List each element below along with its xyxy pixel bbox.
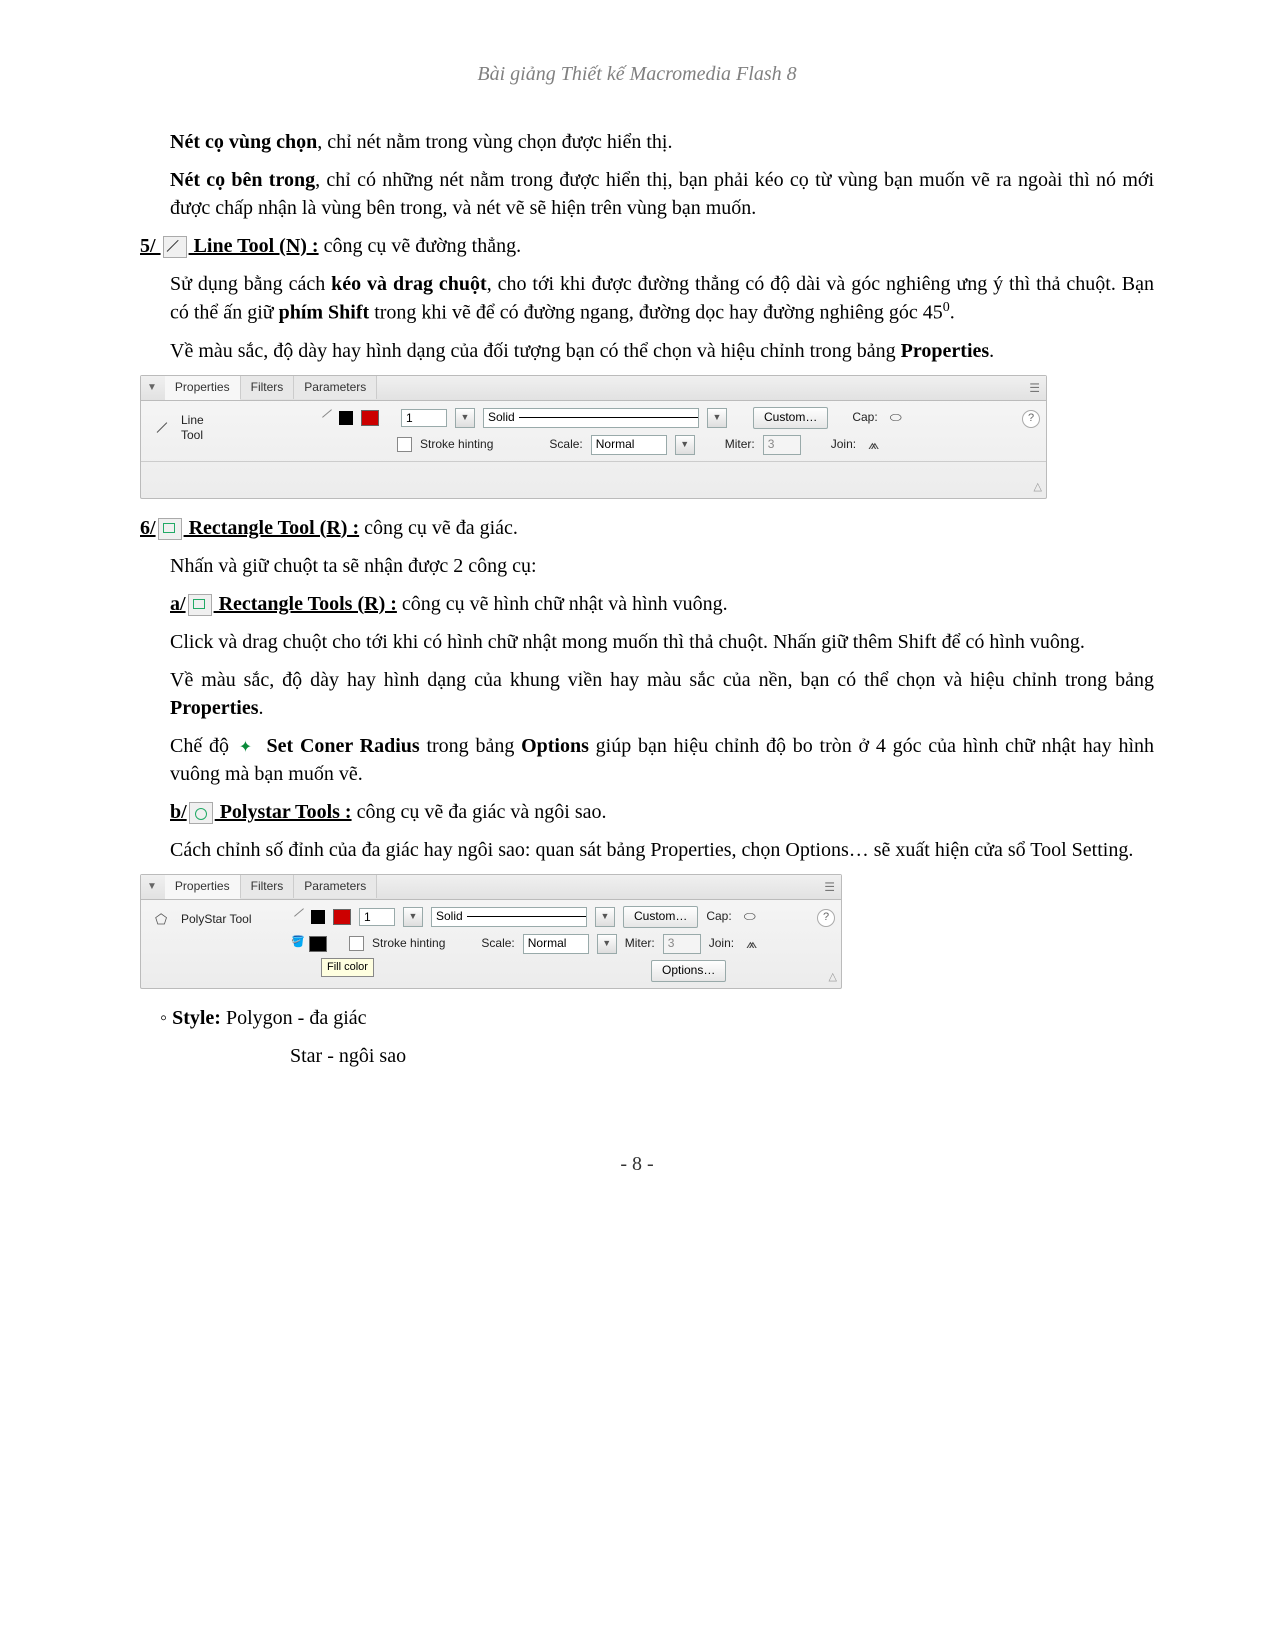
subsection-a-heading: a/ Rectangle Tools (R) : công cụ vẽ hình… [170,590,1154,618]
para-rect-intro: Nhấn và giữ chuột ta sẽ nhận được 2 công… [170,552,1154,580]
tab-parameters[interactable]: Parameters [294,376,377,399]
miter-input[interactable]: 3 [763,435,801,455]
subsection-b-heading: b/ Polystar Tools : công cụ vẽ đa giác v… [170,798,1154,826]
para-rect-props: Về màu sắc, độ dày hay hình dạng của khu… [170,666,1154,722]
tool-name-label: PolyStar Tool [181,912,251,928]
fill-color-tooltip: Fill color [321,958,374,977]
join-label: Join: [831,436,856,453]
panel-menu-icon[interactable]: ☰ [1029,380,1040,397]
fill-color-group[interactable] [293,936,327,952]
para-polystar-usage: Cách chỉnh số đỉnh của đa giác hay ngôi … [170,836,1154,864]
panel-collapse-icon[interactable]: ▼ [147,381,157,395]
stroke-hinting-label: Stroke hinting [420,436,493,453]
scale-select[interactable]: Normal [523,934,589,954]
section-6-heading: 6/ Rectangle Tool (R) : công cụ vẽ đa gi… [170,514,1154,542]
tab-properties[interactable]: Properties [165,376,241,400]
stroke-hinting-checkbox[interactable] [397,437,412,452]
rectangle-tool-icon [158,518,182,540]
miter-label: Miter: [725,436,755,453]
corner-radius-icon [239,739,257,755]
help-icon[interactable]: ? [1022,410,1040,428]
para-line-props: Về màu sắc, độ dày hay hình dạng của đối… [170,337,1154,365]
polystar-tool-icon [155,912,171,928]
fill-color-picker[interactable] [309,936,327,952]
stroke-color-swatch[interactable] [311,910,325,924]
panel-resize-icon[interactable]: △ [1034,480,1042,495]
stroke-width-input[interactable] [401,409,447,427]
page-header: Bài giảng Thiết kế Macromedia Flash 8 [120,60,1154,88]
scale-select[interactable]: Normal [591,435,667,455]
para-corner-radius: Chế độ Set Coner Radius trong bảng Optio… [170,732,1154,788]
scale-label: Scale: [549,436,582,453]
join-label: Join: [709,935,734,952]
options-button[interactable]: Options… [651,960,726,982]
line-tool-icon [163,236,187,258]
para-brush-selection: Nét cọ vùng chọn, chỉ nét nằm trong vùng… [170,128,1154,156]
polystar-tool-icon [189,802,213,824]
para-line-usage: Sử dụng bằng cách kéo và drag chuột, cho… [170,270,1154,327]
miter-input[interactable]: 3 [663,934,701,954]
stroke-style-dropdown[interactable]: ▼ [595,907,615,927]
stroke-width-dropdown[interactable]: ▼ [403,907,423,927]
stroke-style-select[interactable]: Solid [431,907,587,927]
tab-filters[interactable]: Filters [241,875,295,898]
stroke-style-dropdown[interactable]: ▼ [707,408,727,428]
section-5-heading: 5/ Line Tool (N) : công cụ vẽ đường thẳn… [170,232,1154,260]
stroke-width-input[interactable] [359,908,395,926]
cap-label: Cap: [852,409,877,426]
rectangle-tool-icon [188,594,212,616]
panel-tabs: ▼ Properties Filters Parameters [141,875,841,900]
stroke-hinting-label: Stroke hinting [372,935,445,952]
cap-icon[interactable]: ⬭ [744,907,756,927]
custom-button[interactable]: Custom… [753,407,828,429]
cap-label: Cap: [706,908,731,925]
properties-panel-polystar: ▼ Properties Filters Parameters ☰ ? Poly… [140,874,842,989]
tab-filters[interactable]: Filters [241,376,295,399]
join-icon[interactable]: ⩕ [868,435,879,455]
scale-dropdown[interactable]: ▼ [675,435,695,455]
properties-panel-line: ▼ Properties Filters Parameters ☰ ? Line… [140,375,1047,499]
panel-resize-icon[interactable]: △ [829,970,837,985]
stroke-color-swatch[interactable] [339,411,353,425]
para-style-polygon: ◦ Style: Polygon - đa giác [160,1004,1154,1032]
stroke-color-picker[interactable] [361,410,379,426]
line-tool-icon [155,420,171,436]
custom-button[interactable]: Custom… [623,906,698,928]
panel-menu-icon[interactable]: ☰ [824,879,835,896]
tab-parameters[interactable]: Parameters [294,875,377,898]
cap-icon[interactable]: ⬭ [890,408,902,428]
para-style-star: Star - ngôi sao [290,1042,1154,1070]
paint-bucket-icon [293,938,305,950]
tool-name-label: Line Tool [181,413,204,444]
stroke-hinting-checkbox[interactable] [349,936,364,951]
para-rect-usage: Click và drag chuột cho tới khi có hình … [170,628,1154,656]
para-brush-inside: Nét cọ bên trong, chỉ có những nét nằm t… [170,166,1154,222]
miter-label: Miter: [625,935,655,952]
scale-label: Scale: [481,935,514,952]
page-number: - 8 - [120,1150,1154,1178]
tab-properties[interactable]: Properties [165,875,241,899]
scale-dropdown[interactable]: ▼ [597,934,617,954]
panel-tabs: ▼ Properties Filters Parameters [141,376,1046,401]
stroke-color-picker[interactable] [333,909,351,925]
panel-collapse-icon[interactable]: ▼ [147,880,157,894]
stroke-width-dropdown[interactable]: ▼ [455,408,475,428]
join-icon[interactable]: ⩕ [746,934,757,954]
stroke-style-select[interactable]: Solid [483,408,699,428]
